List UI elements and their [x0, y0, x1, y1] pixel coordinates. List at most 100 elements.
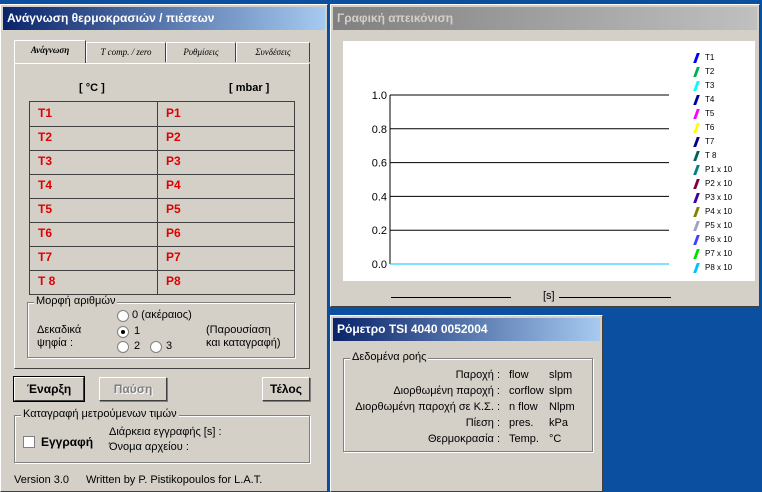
- flow-row-label: Θερμοκρασία :: [428, 433, 500, 445]
- tab-tcomp-zero[interactable]: T comp. / zero: [86, 42, 166, 62]
- legend-swatch: [693, 137, 700, 147]
- decimals-label-2: ψηφία :: [37, 337, 74, 349]
- tab-connections-label: Συνδέσεις: [255, 47, 291, 57]
- legend-swatch: [693, 81, 700, 91]
- flowmeter-window-title: Ρόμετρο TSI 4040 0052004: [333, 318, 600, 341]
- x-axis-label: [s]: [543, 290, 555, 302]
- grid-column-line: [157, 102, 158, 294]
- flow-row-label: Πίεση :: [465, 417, 500, 429]
- y-tick-label: 1.0: [372, 90, 387, 102]
- y-tick-label: 0.4: [372, 191, 387, 203]
- legend-swatch: [693, 235, 700, 245]
- tab-tcomp-label: T comp. / zero: [100, 47, 152, 57]
- number-format-legend: Μορφή αριθμών: [34, 295, 118, 307]
- decimals-3-radio[interactable]: [150, 341, 162, 353]
- pressure-cell: P8: [166, 274, 181, 288]
- legend-swatch: [693, 221, 700, 231]
- legend-label: P7 x 10: [705, 249, 733, 258]
- legend-label: T5: [705, 109, 715, 118]
- flow-row-variable: n flow: [509, 401, 538, 413]
- temp-cell: T 8: [38, 274, 56, 288]
- legend-swatch: [693, 249, 700, 259]
- decimals-label-1: Δεκαδικά: [37, 324, 82, 336]
- chart-legend: T1 T2 T3 T4 T5 T6 T7 T 8 P1 x 10 P2 x 10 P3 x 10 P4…: [693, 51, 755, 281]
- end-button[interactable]: Τέλος: [262, 377, 310, 401]
- y-tick-label: 0.8: [372, 124, 387, 136]
- legend-swatch: [693, 109, 700, 119]
- pause-button[interactable]: Παύση: [99, 377, 167, 401]
- integer-radio-label: 0 (ακέραιος): [132, 309, 192, 321]
- recording-group: Καταγραφή μετρούμενων τιμών Εγγραφή Διάρ…: [14, 408, 310, 463]
- x-axis-line-left: [391, 297, 511, 298]
- number-format-group: Μορφή αριθμών 0 (ακέραιος) Δεκαδικά ψηφί…: [27, 295, 295, 358]
- legend-swatch: [693, 165, 700, 175]
- legend-label: P4 x 10: [705, 207, 733, 216]
- decimals-1-radio[interactable]: [117, 326, 129, 338]
- pressure-cell: P5: [166, 202, 181, 216]
- legend-label: T3: [705, 81, 715, 90]
- flow-row-label: Παροχή :: [455, 369, 500, 381]
- pause-button-label: Παύση: [113, 382, 153, 396]
- legend-label: T7: [705, 137, 715, 146]
- legend-label: T6: [705, 123, 715, 132]
- decimals-2-label: 2: [134, 340, 141, 352]
- credit-text: Written by P. Pistikopoulos for L.A.T.: [86, 474, 263, 486]
- y-tick-label: 0.0: [372, 259, 387, 271]
- legend-swatch: [693, 53, 700, 63]
- flow-row-variable: corflow: [509, 385, 544, 397]
- pressure-cell: P1: [166, 106, 181, 120]
- recording-duration-label: Διάρκεια εγγραφής [s] :: [109, 426, 222, 438]
- legend-label: P5 x 10: [705, 221, 733, 230]
- flow-data-group: Δεδομένα ροής Παροχή : flow slpm Διορθωμένη…: [343, 351, 593, 452]
- legend-label: P1 x 10: [705, 165, 733, 174]
- decimals-3-label: 3: [166, 340, 173, 352]
- temp-cell: T3: [38, 154, 53, 168]
- legend-swatch: [693, 193, 700, 203]
- legend-label: T1: [705, 53, 715, 62]
- flow-row-unit: slpm: [549, 369, 573, 381]
- tab-settings[interactable]: Ρυθμίσεις: [166, 42, 236, 62]
- legend-label: P6 x 10: [705, 235, 733, 244]
- version-text: Version 3.0: [14, 474, 70, 486]
- start-button[interactable]: Έναρξη: [13, 376, 85, 402]
- legend-label: P8 x 10: [705, 263, 733, 272]
- decimals-2-radio[interactable]: [117, 341, 129, 353]
- filename-label: Όνομα αρχείου :: [109, 441, 189, 453]
- legend-swatch: [693, 95, 700, 105]
- flow-row-label: Διορθωμένη παροχή :: [393, 385, 500, 397]
- temp-cell: T7: [38, 250, 53, 264]
- tab-settings-label: Ρυθμίσεις: [183, 47, 219, 57]
- legend-swatch: [693, 67, 700, 77]
- temp-cell: T1: [38, 106, 53, 120]
- x-axis-line-right: [559, 297, 671, 298]
- pressure-cell: P3: [166, 154, 181, 168]
- pressure-cell: P2: [166, 130, 181, 144]
- decimals-1-label: 1: [134, 325, 141, 337]
- chart-window-title: Γραφική απεικόνιση: [333, 7, 757, 30]
- flow-row-unit: slpm: [549, 385, 573, 397]
- readings-grid: T1 P1 T2 P2 T3 P3 T4 P4 T5 P5 T6 P6 T7 P7 T 8 P8: [29, 101, 295, 295]
- legend-label: T4: [705, 95, 715, 104]
- pressure-cell: P7: [166, 250, 181, 264]
- y-tick-label: 0.6: [372, 158, 387, 170]
- tab-connections[interactable]: Συνδέσεις: [236, 42, 310, 62]
- legend-swatch: [693, 207, 700, 217]
- temp-cell: T4: [38, 178, 53, 192]
- legend-swatch: [693, 179, 700, 189]
- record-checkbox-label: Εγγραφή: [41, 435, 94, 449]
- recording-legend: Καταγραφή μετρούμενων τιμών: [21, 408, 179, 420]
- record-checkbox[interactable]: [23, 436, 35, 448]
- readings-window-title: Ανάγνωση θερμοκρασιών / πιέσεων: [3, 7, 325, 30]
- temp-cell: T2: [38, 130, 53, 144]
- legend-swatch: [693, 123, 700, 133]
- legend-label: P2 x 10: [705, 179, 733, 188]
- integer-radio[interactable]: [117, 310, 129, 322]
- pressure-cell: P4: [166, 178, 181, 192]
- tab-read[interactable]: Ανάγνωση: [14, 40, 86, 63]
- flowmeter-window: Ρόμετρο TSI 4040 0052004 Δεδομένα ροής Π…: [330, 315, 603, 492]
- temp-unit-label: [ °C ]: [79, 82, 105, 94]
- pressure-unit-label: [ mbar ]: [229, 82, 270, 94]
- tab-read-label: Ανάγνωση: [30, 45, 70, 55]
- legend-label: T 8: [705, 151, 717, 160]
- flow-row-variable: pres.: [509, 417, 534, 429]
